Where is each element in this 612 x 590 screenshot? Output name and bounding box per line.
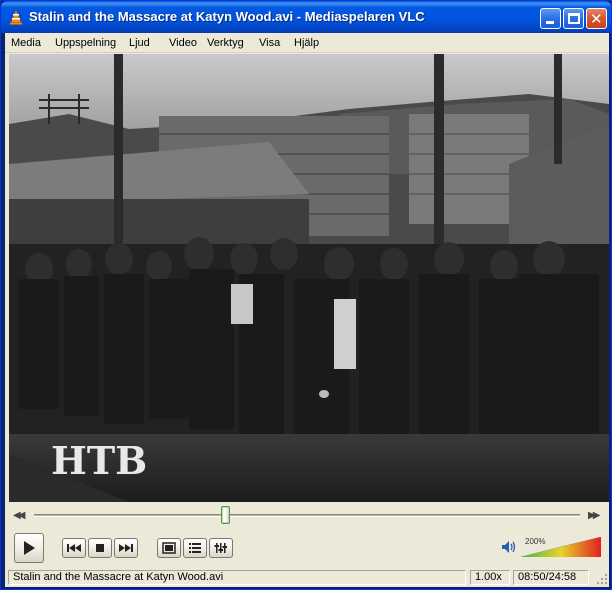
menu-media[interactable]: Media xyxy=(11,37,41,49)
volume-label: 200% xyxy=(525,537,546,546)
menu-bar: Media Uppspelning Ljud Video Verktyg Vis… xyxy=(5,33,609,53)
video-frame: HTB xyxy=(9,54,609,502)
menu-hjalp[interactable]: Hjälp xyxy=(294,37,319,49)
previous-button[interactable] xyxy=(62,538,86,558)
playlist-icon xyxy=(184,539,206,557)
menu-verktyg[interactable]: Verktyg xyxy=(207,37,244,49)
status-bar: Stalin and the Massacre at Katyn Wood.av… xyxy=(5,569,609,587)
resize-grip-icon[interactable] xyxy=(596,573,608,585)
close-button[interactable]: ✕ xyxy=(586,8,607,29)
menu-visa[interactable]: Visa xyxy=(259,37,280,49)
vlc-window: Stalin and the Massacre at Katyn Wood.av… xyxy=(0,0,612,590)
extended-settings-icon xyxy=(210,539,232,557)
next-button[interactable] xyxy=(114,538,138,558)
stop-icon xyxy=(89,539,111,557)
previous-icon xyxy=(63,539,85,557)
status-time[interactable]: 08:50/24:58 xyxy=(513,570,589,585)
player-client-area: Media Uppspelning Ljud Video Verktyg Vis… xyxy=(5,33,609,587)
video-area[interactable]: HTB xyxy=(9,54,609,502)
title-bar[interactable]: Stalin and the Massacre at Katyn Wood.av… xyxy=(1,1,611,33)
stop-button[interactable] xyxy=(88,538,112,558)
extended-settings-button[interactable] xyxy=(209,538,233,558)
play-button[interactable] xyxy=(14,533,44,563)
menu-video[interactable]: Video xyxy=(169,37,197,49)
close-icon: ✕ xyxy=(590,10,603,28)
seek-row: ◀◀ ▶▶ xyxy=(5,504,609,528)
maximize-button[interactable] xyxy=(563,8,584,29)
status-filename: Stalin and the Massacre at Katyn Wood.av… xyxy=(8,570,466,585)
minimize-button[interactable] xyxy=(540,8,561,29)
seek-bar[interactable] xyxy=(34,514,580,517)
seek-backward-icon[interactable]: ◀◀ xyxy=(13,510,26,521)
status-speed[interactable]: 1.00x xyxy=(470,570,510,585)
menu-ljud[interactable]: Ljud xyxy=(129,37,150,49)
play-icon xyxy=(15,534,43,562)
maximize-icon xyxy=(568,13,580,24)
video-watermark: HTB xyxy=(51,438,147,483)
fullscreen-button[interactable] xyxy=(157,538,181,558)
fullscreen-icon xyxy=(158,539,180,557)
minimize-icon xyxy=(546,21,554,24)
playlist-button[interactable] xyxy=(183,538,207,558)
window-title: Stalin and the Massacre at Katyn Wood.av… xyxy=(29,9,425,24)
vlc-cone-icon xyxy=(9,9,23,25)
seek-handle[interactable] xyxy=(221,506,231,524)
menu-uppspelning[interactable]: Uppspelning xyxy=(55,37,116,49)
seek-forward-icon[interactable]: ▶▶ xyxy=(588,510,601,521)
speaker-icon[interactable] xyxy=(501,539,517,555)
next-icon xyxy=(115,539,137,557)
